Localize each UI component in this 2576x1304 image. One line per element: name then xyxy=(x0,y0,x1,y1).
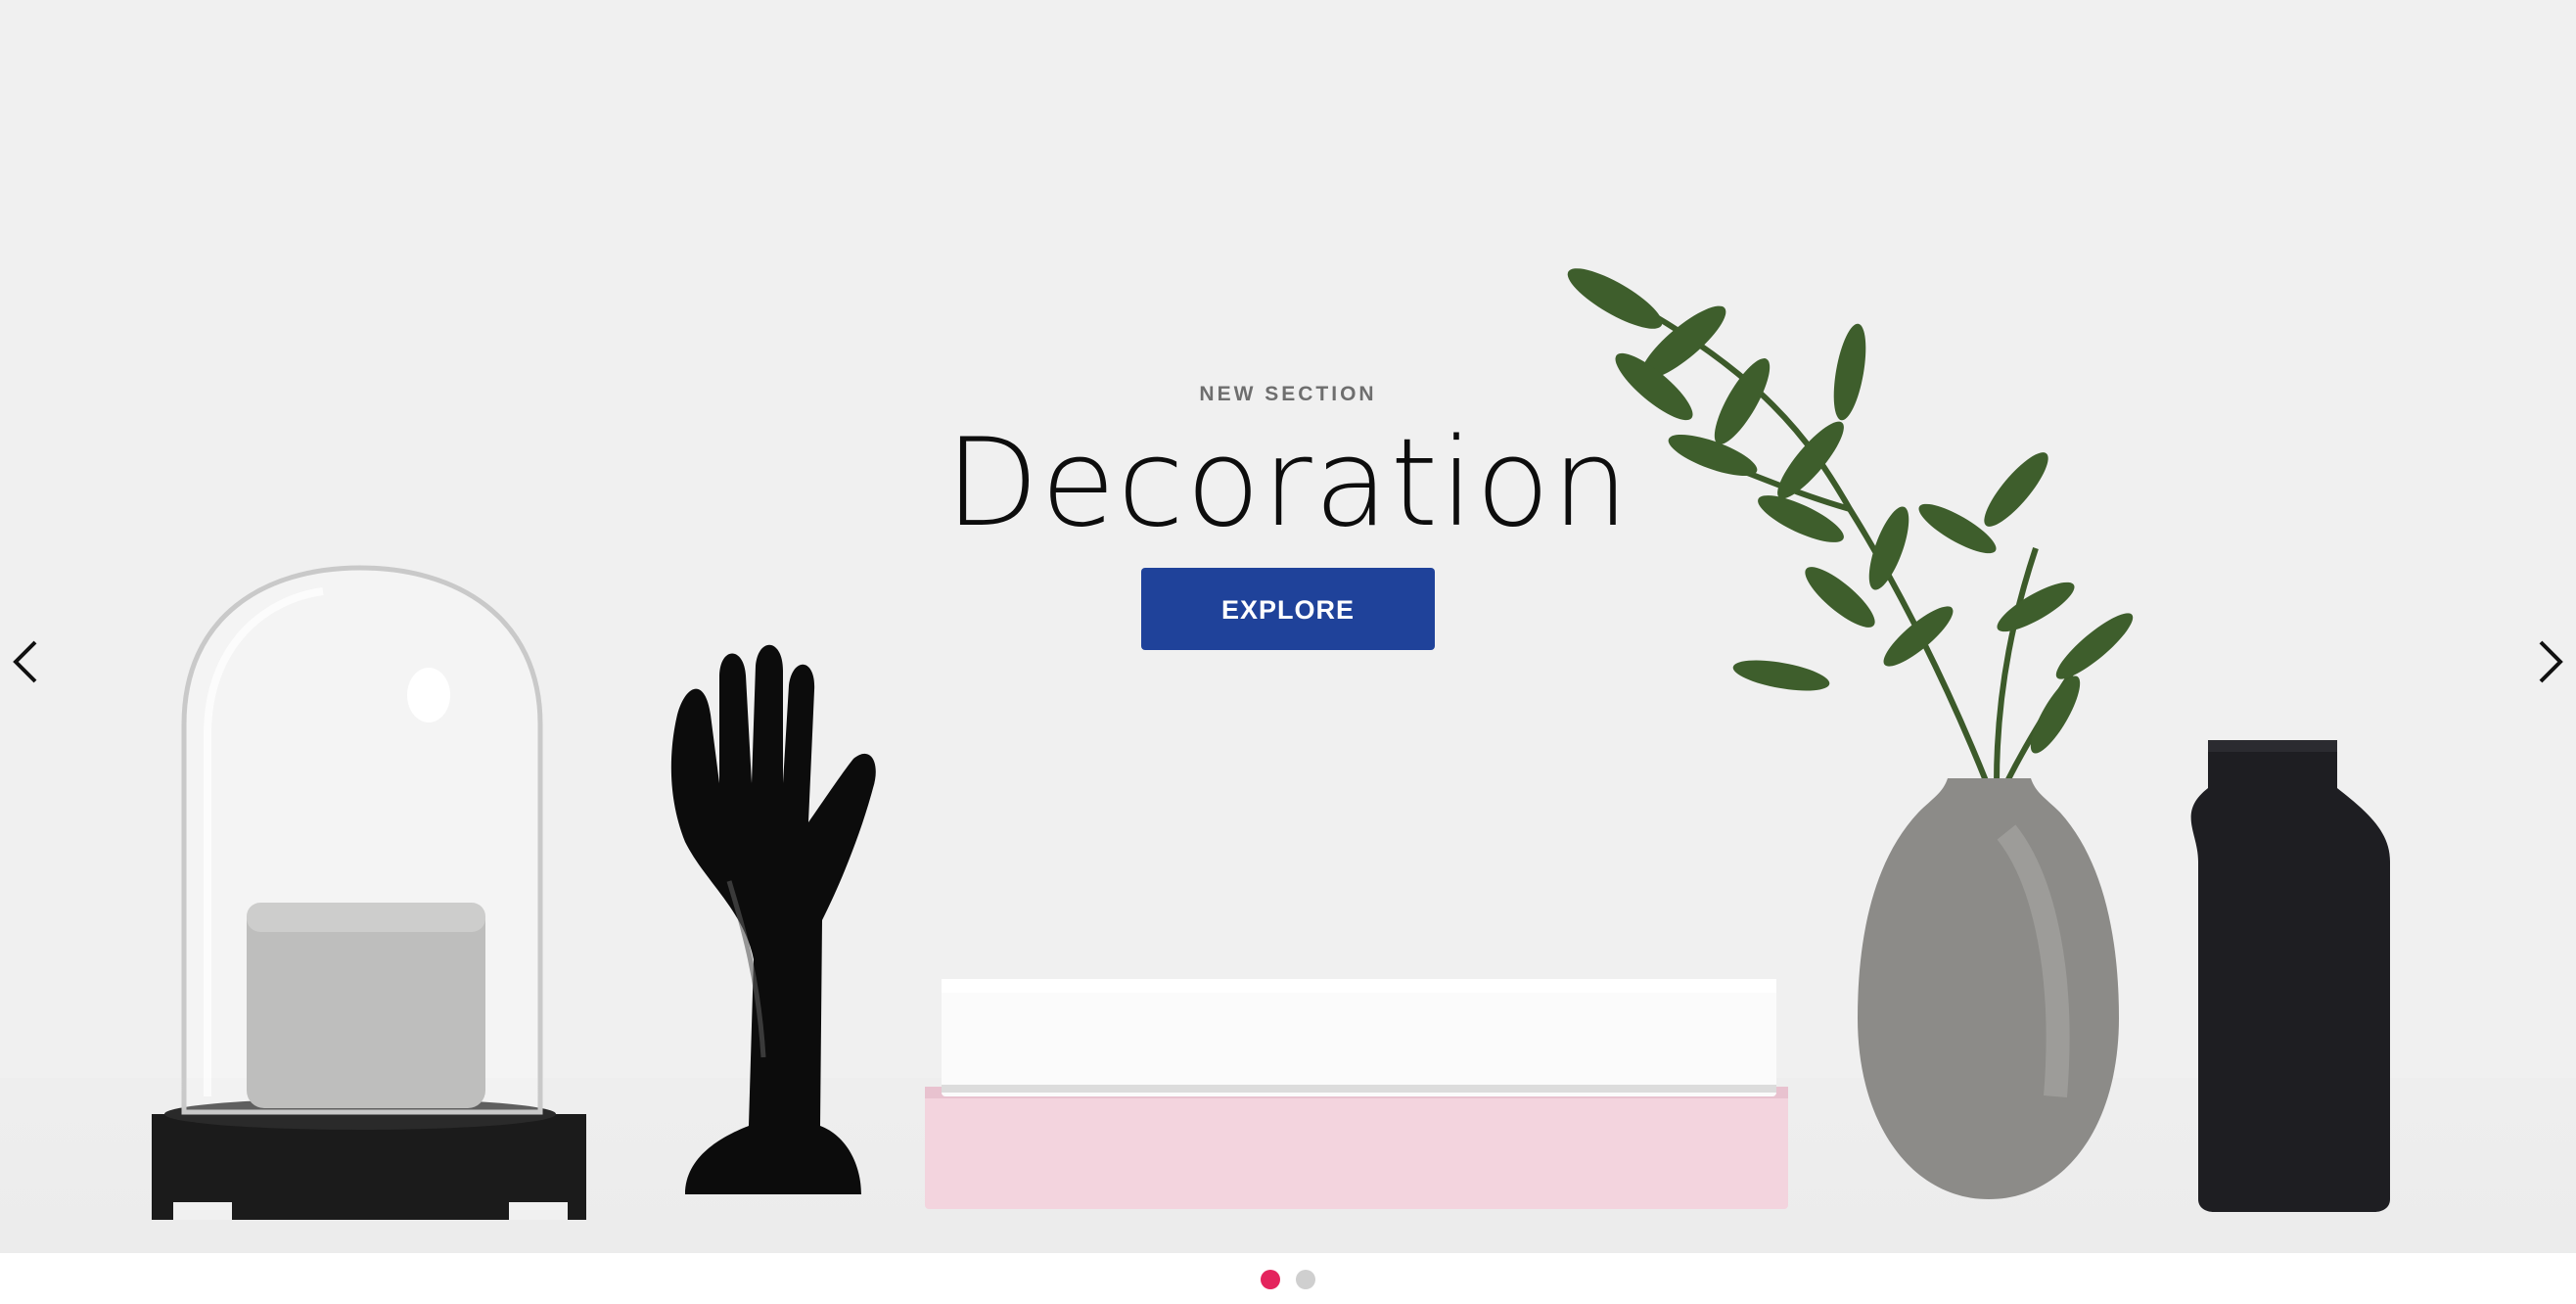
explore-button[interactable]: EXPLORE xyxy=(1141,568,1435,650)
previous-slide-button[interactable] xyxy=(0,632,59,691)
slide-pagination xyxy=(0,1255,2576,1304)
eyebrow-label: NEW SECTION xyxy=(1199,383,1377,405)
slide-title: Decoration xyxy=(944,413,1632,554)
slide-dot-2[interactable] xyxy=(1296,1270,1315,1289)
next-slide-button[interactable] xyxy=(2517,632,2576,691)
glass-cloche-icon xyxy=(152,565,586,1220)
hero-slider: NEW SECTION Decoration EXPLORE xyxy=(0,0,2576,1253)
chevron-left-icon xyxy=(13,640,37,683)
black-bottle-vase-icon xyxy=(2190,740,2390,1212)
stacked-books-icon xyxy=(925,979,1788,1209)
chevron-right-icon xyxy=(2539,640,2563,683)
slide-caption: NEW SECTION Decoration EXPLORE xyxy=(0,380,2576,650)
ceramic-hand-icon xyxy=(670,644,876,1194)
slide-dot-1[interactable] xyxy=(1261,1270,1280,1289)
